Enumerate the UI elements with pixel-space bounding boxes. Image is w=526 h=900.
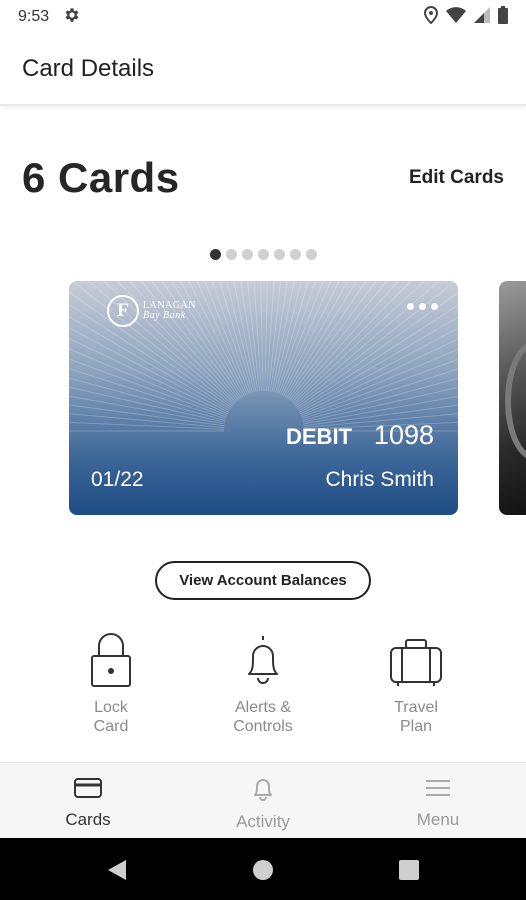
alerts-controls-action[interactable]: Alerts & Controls	[198, 630, 328, 736]
home-icon[interactable]	[249, 856, 277, 884]
next-card-peek[interactable]	[499, 281, 526, 515]
debit-card[interactable]: F LANAGAN Bay Bank DEBIT 1098 01/22 Chri…	[69, 281, 458, 515]
bank-logo: F LANAGAN Bay Bank	[107, 295, 196, 327]
system-nav-bar	[0, 838, 526, 900]
wifi-icon	[446, 6, 466, 28]
lock-card-label-line1: Lock	[94, 699, 128, 716]
bank-logo-text: LANAGAN Bay Bank	[143, 301, 196, 321]
back-icon[interactable]	[103, 856, 131, 884]
card-expiry: 01/22	[91, 468, 144, 491]
recents-icon[interactable]	[395, 856, 423, 884]
pager-dot[interactable]	[289, 249, 301, 260]
battery-icon	[498, 5, 508, 29]
pager-dot-active[interactable]	[209, 249, 221, 260]
pager-dot[interactable]	[257, 249, 269, 260]
suitcase-icon	[388, 630, 444, 690]
app-bar: Card Details	[0, 34, 526, 106]
card-type: DEBIT	[286, 424, 352, 449]
lock-card-label-line2: Card	[93, 718, 129, 735]
card-last-four: 1098	[373, 420, 434, 450]
pager-dot[interactable]	[273, 249, 285, 260]
settings-gear-icon	[63, 6, 81, 29]
card-holder-name: Chris Smith	[325, 468, 434, 491]
bottom-nav: Cards Activity Menu	[0, 762, 526, 838]
card-more-options-icon[interactable]	[407, 303, 438, 310]
bank-logo-line2: Bay Bank	[143, 310, 186, 321]
page-title: Card Details	[22, 55, 155, 82]
travel-plan-action[interactable]: Travel Plan	[351, 630, 481, 736]
lock-icon	[83, 630, 139, 690]
pager-dot[interactable]	[225, 249, 237, 260]
alerts-controls-label-line1: Alerts &	[234, 699, 291, 716]
nav-tab-cards-label: Cards	[65, 810, 111, 829]
view-account-balances-button[interactable]: View Account Balances	[155, 561, 371, 600]
status-time: 9:53	[18, 8, 50, 25]
edit-cards-button[interactable]: Edit Cards	[409, 167, 504, 189]
pager-dot[interactable]	[305, 249, 317, 260]
credit-card-icon	[74, 777, 102, 804]
nav-tab-activity[interactable]: Activity	[198, 763, 328, 839]
status-bar: 9:53	[0, 0, 526, 34]
cards-header: 6 Cards Edit Cards	[22, 148, 504, 208]
alerts-controls-label: Alerts & Controls	[233, 698, 293, 736]
lock-card-action[interactable]: Lock Card	[46, 630, 176, 736]
travel-plan-label-line1: Travel	[394, 699, 438, 716]
nav-tab-menu-label: Menu	[416, 810, 460, 829]
card-actions: Lock Card Alerts & Controls Travel Plan	[0, 630, 526, 740]
cell-signal-icon	[474, 6, 490, 28]
nav-tab-menu[interactable]: Menu	[373, 763, 503, 839]
nav-tab-cards[interactable]: Cards	[23, 763, 153, 839]
card-pager[interactable]	[0, 249, 526, 260]
alerts-controls-label-line2: Controls	[233, 718, 293, 735]
hamburger-menu-icon	[425, 777, 451, 804]
nav-tab-activity-label: Activity	[236, 812, 290, 831]
travel-plan-label: Travel Plan	[394, 698, 438, 736]
pager-dot[interactable]	[241, 249, 253, 260]
location-pin-icon	[423, 5, 439, 29]
bell-icon	[235, 630, 291, 690]
lock-card-label: Lock Card	[94, 698, 129, 736]
cards-count-heading: 6 Cards	[22, 154, 180, 201]
bank-logo-badge: F	[107, 295, 139, 327]
travel-plan-label-line2: Plan	[399, 718, 432, 735]
bell-icon	[252, 777, 274, 806]
